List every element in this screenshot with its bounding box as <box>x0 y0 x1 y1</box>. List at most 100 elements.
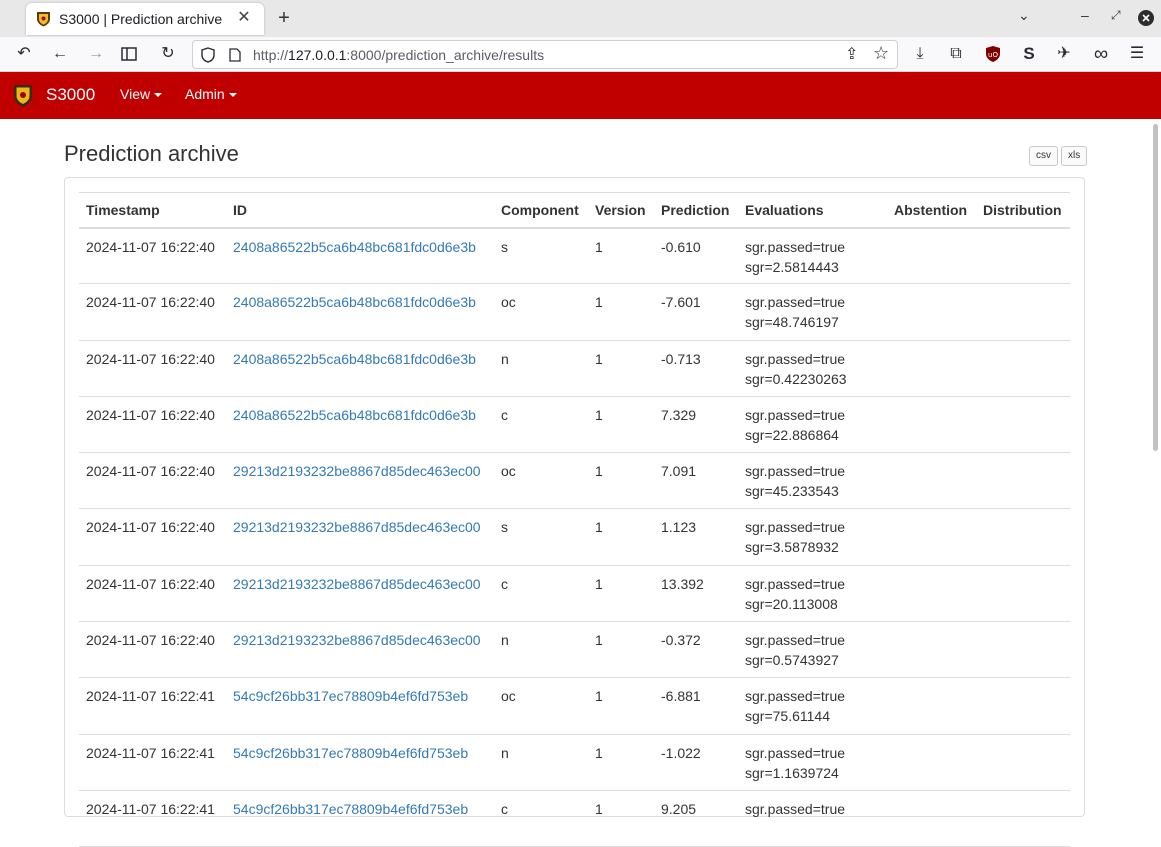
new-tab-button[interactable]: + <box>272 6 296 30</box>
window-close-icon[interactable] <box>1138 10 1154 26</box>
infinity-extension-icon[interactable]: ∞ <box>1090 43 1112 65</box>
cell-abstention <box>887 396 976 454</box>
prediction-id-link[interactable]: 29213d2193232be8867d85dec463ec00 <box>233 632 481 648</box>
cell-component: oc <box>494 452 588 510</box>
cell-id: 29213d2193232be8867d85dec463ec00 <box>226 621 494 679</box>
cell-prediction: 7.091 <box>654 452 738 510</box>
hamburger-menu-icon[interactable]: ☰ <box>1126 43 1148 65</box>
page-info-icon[interactable] <box>229 48 241 62</box>
cell-timestamp: 2024-11-07 16:22:41 <box>79 790 226 847</box>
ublock-origin-icon[interactable]: uO <box>985 45 1001 63</box>
cell-abstention <box>887 283 976 341</box>
cell-component: c <box>494 396 588 454</box>
cell-id: 2408a86522b5ca6b48bc681fdc0d6e3b <box>226 396 494 454</box>
evaluation-sgr: sgr=0.42230263 <box>745 370 847 387</box>
svg-text:uO: uO <box>988 51 998 59</box>
cell-timestamp: 2024-11-07 16:22:40 <box>79 227 226 285</box>
cell-component: n <box>494 621 588 679</box>
col-component: Component <box>494 192 588 229</box>
evaluation-passed: sgr.passed=true <box>745 744 846 761</box>
extensions-icon[interactable]: ⧉ <box>945 43 967 65</box>
cell-prediction: -0.610 <box>654 227 738 285</box>
cell-version: 1 <box>588 790 654 847</box>
cell-evaluations: sgr.passed=true sgr=48.746197 <box>738 283 887 341</box>
browser-tab-bar: S3000 | Prediction archive ✕ + ⌄ – ⤢ <box>0 0 1161 37</box>
reader-view-icon[interactable] <box>121 47 143 69</box>
evaluation-sgr: sgr=2.5814443 <box>745 258 839 275</box>
export-xls-button[interactable]: xls <box>1061 146 1088 166</box>
cell-timestamp: 2024-11-07 16:22:41 <box>79 677 226 735</box>
cell-component: s <box>494 508 588 566</box>
export-csv-button[interactable]: csv <box>1029 146 1058 166</box>
col-distribution: Distribution <box>976 192 1070 229</box>
table-row: 2024-11-07 16:22:40 29213d2193232be8867d8… <box>79 452 1070 510</box>
prediction-id-link[interactable]: 29213d2193232be8867d85dec463ec00 <box>233 576 481 592</box>
admin-menu[interactable]: Admin <box>185 86 237 102</box>
shield-tracking-icon[interactable] <box>201 47 215 63</box>
cell-abstention <box>887 452 976 510</box>
cell-abstention <box>887 565 976 623</box>
minimize-icon[interactable]: – <box>1081 7 1089 23</box>
prediction-id-link[interactable]: 29213d2193232be8867d85dec463ec00 <box>233 463 481 479</box>
cell-abstention <box>887 340 976 397</box>
cell-prediction: -7.601 <box>654 283 738 341</box>
evaluation-sgr: sgr=22.886864 <box>745 426 839 443</box>
prediction-id-link[interactable]: 29213d2193232be8867d85dec463ec00 <box>233 519 481 535</box>
cell-id: 29213d2193232be8867d85dec463ec00 <box>226 452 494 510</box>
s-extension-icon[interactable]: S <box>1018 43 1040 65</box>
cell-evaluations: sgr.passed=true sgr=0.42230263 <box>738 340 887 397</box>
prediction-id-link[interactable]: 54c9cf26bb317ec78809b4ef6fd753eb <box>233 688 468 704</box>
cell-timestamp: 2024-11-07 16:22:40 <box>79 396 226 454</box>
undo-close-tab-icon[interactable]: ↶ <box>13 43 35 65</box>
prediction-id-link[interactable]: 2408a86522b5ca6b48bc681fdc0d6e3b <box>233 351 476 367</box>
cell-component: c <box>494 790 588 847</box>
col-prediction: Prediction <box>654 192 738 229</box>
view-menu[interactable]: View <box>120 86 163 102</box>
table-row: 2024-11-07 16:22:40 2408a86522b5ca6b48bc6… <box>79 340 1070 397</box>
cell-abstention <box>887 227 976 285</box>
url-text[interactable]: http://127.0.0.1:8000/prediction_archive… <box>253 47 544 63</box>
back-arrow-icon[interactable]: ← <box>49 43 71 65</box>
downloads-icon[interactable]: ⤓ <box>909 43 931 65</box>
prediction-id-link[interactable]: 2408a86522b5ca6b48bc681fdc0d6e3b <box>233 239 476 255</box>
col-abstention: Abstention <box>887 192 976 229</box>
share-icon[interactable]: ⇪ <box>845 44 858 64</box>
cell-evaluations: sgr.passed=true sgr=20.113008 <box>738 565 887 623</box>
prediction-id-link[interactable]: 2408a86522b5ca6b48bc681fdc0d6e3b <box>233 407 476 423</box>
evaluation-sgr: sgr=0.5743927 <box>745 652 839 669</box>
tab-list-chevron-icon[interactable]: ⌄ <box>1018 7 1030 24</box>
cell-id: 2408a86522b5ca6b48bc681fdc0d6e3b <box>226 227 494 285</box>
evaluation-passed: sgr.passed=true <box>745 406 846 423</box>
cell-version: 1 <box>588 396 654 454</box>
bookmark-star-icon[interactable]: ☆ <box>873 43 889 64</box>
cell-id: 29213d2193232be8867d85dec463ec00 <box>226 565 494 623</box>
table-row: 2024-11-07 16:22:40 29213d2193232be8867d8… <box>79 621 1070 679</box>
cell-distribution <box>976 734 1070 791</box>
table-row: 2024-11-07 16:22:41 54c9cf26bb317ec78809b… <box>79 677 1070 735</box>
cell-distribution <box>976 790 1070 847</box>
app-brand[interactable]: S3000 <box>46 85 95 105</box>
prediction-id-link[interactable]: 2408a86522b5ca6b48bc681fdc0d6e3b <box>233 294 476 310</box>
cell-component: oc <box>494 283 588 341</box>
reload-icon[interactable]: ↻ <box>157 43 179 65</box>
evaluation-sgr: sgr=1.1639724 <box>745 764 839 781</box>
tampermonkey-icon[interactable]: ✈ <box>1053 43 1075 65</box>
cell-version: 1 <box>588 508 654 566</box>
cell-evaluations: sgr.passed=true sgr=2.5814443 <box>738 227 887 285</box>
prediction-id-link[interactable]: 54c9cf26bb317ec78809b4ef6fd753eb <box>233 745 468 761</box>
url-bar[interactable]: http://127.0.0.1:8000/prediction_archive… <box>192 40 898 69</box>
browser-tab-active[interactable]: S3000 | Prediction archive ✕ <box>26 3 264 35</box>
prediction-id-link[interactable]: 54c9cf26bb317ec78809b4ef6fd753eb <box>233 801 468 817</box>
forward-arrow-icon[interactable]: → <box>85 43 107 65</box>
page-scrollbar[interactable] <box>1153 124 1158 451</box>
evaluation-passed: sgr.passed=true <box>745 238 846 255</box>
evaluation-passed: sgr.passed=true <box>745 350 846 367</box>
browser-nav-bar: ↶ ← → ↻ http://127.0.0.1:8000/prediction… <box>0 37 1161 72</box>
cell-version: 1 <box>588 677 654 735</box>
cell-distribution <box>976 677 1070 735</box>
tab-close-icon[interactable]: ✕ <box>234 8 254 28</box>
cell-component: n <box>494 734 588 791</box>
cell-evaluations: sgr.passed=true sgr=75.61144 <box>738 677 887 735</box>
restore-icon[interactable]: ⤢ <box>1111 8 1121 23</box>
s3000-logo-icon[interactable] <box>13 84 33 108</box>
